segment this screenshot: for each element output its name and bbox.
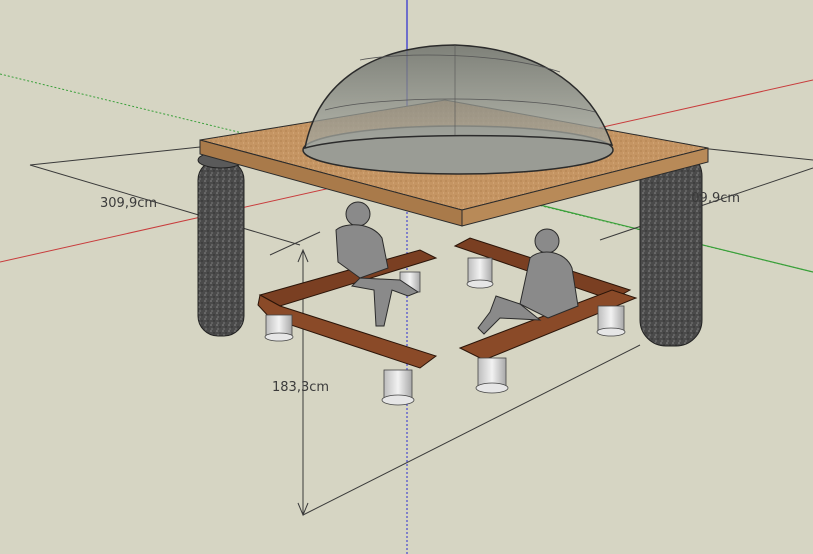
modeling-viewport[interactable]: 309,9cm 309,9cm 183,3cm [0, 0, 813, 554]
dimension-label-width-left: 309,9cm [100, 196, 158, 211]
scene-canvas[interactable] [0, 0, 813, 554]
dimension-label-width-right: 309,9cm [692, 191, 741, 206]
wooden-bench-set[interactable] [257, 237, 638, 369]
dimension-label-height: 183,3cm [272, 380, 330, 395]
dome-skylight[interactable] [304, 44, 614, 150]
stone-column-left[interactable] [197, 151, 245, 337]
